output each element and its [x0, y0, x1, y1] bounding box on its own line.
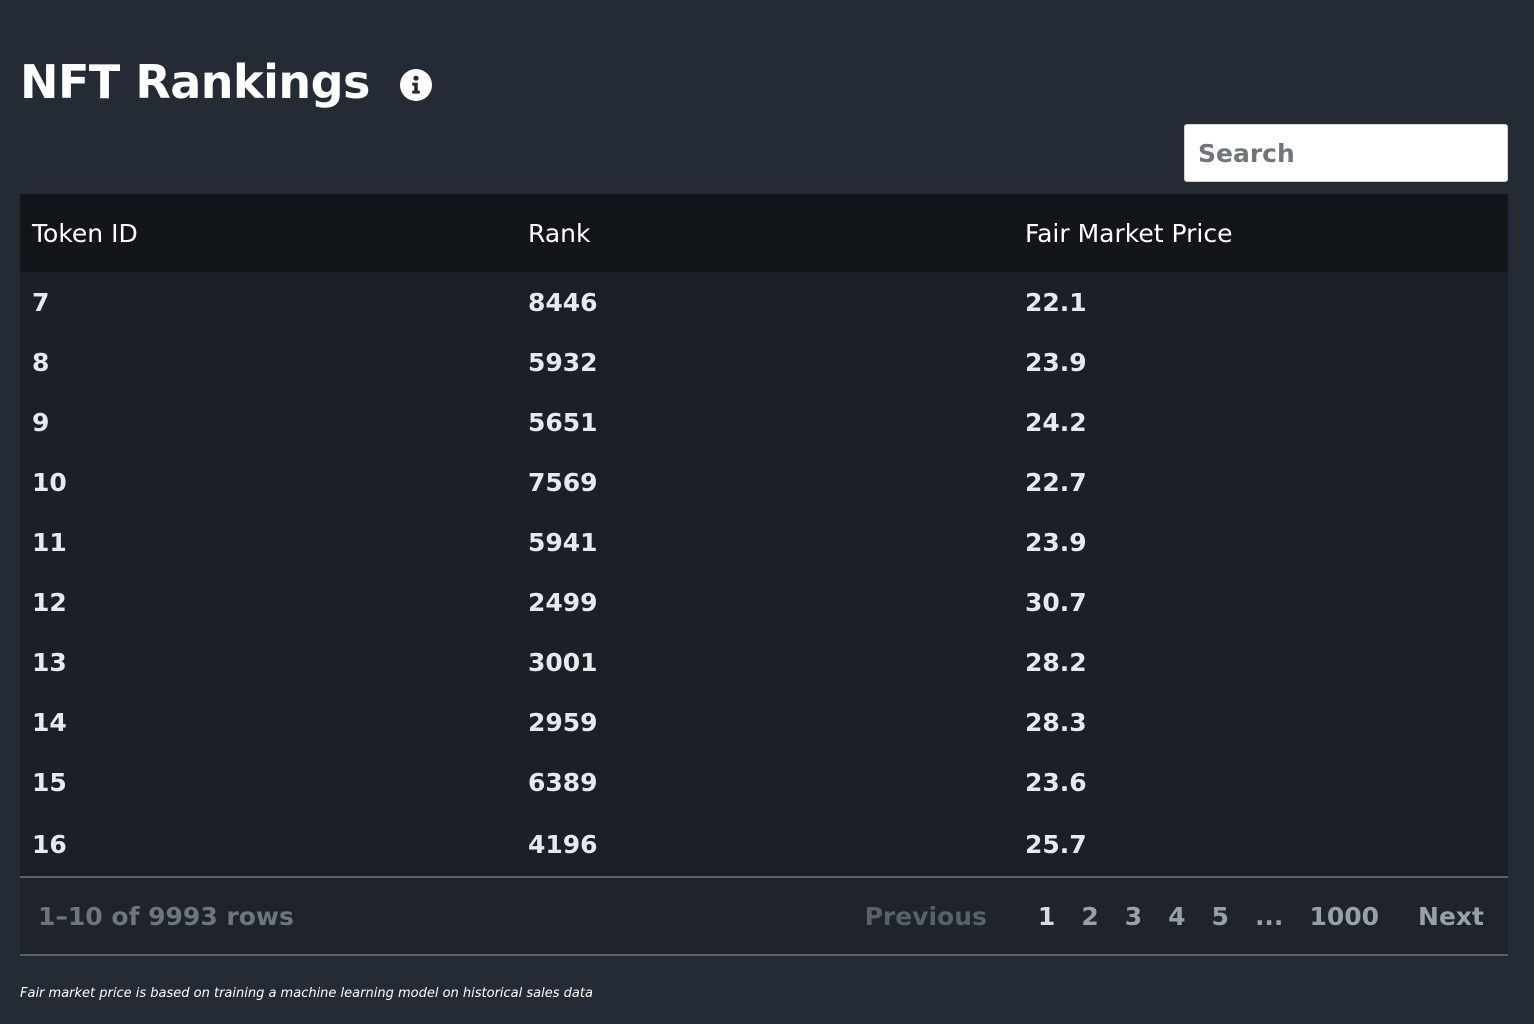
- cell-fair-market-price: 28.3: [1025, 707, 1087, 737]
- info-icon-glyph: [412, 75, 420, 94]
- table-row: 11 5941 23.9: [20, 512, 1508, 572]
- table-row: 9 5651 24.2: [20, 392, 1508, 452]
- cell-fair-market-price: 24.2: [1025, 407, 1087, 437]
- cell-rank: 2959: [528, 707, 598, 737]
- cell-rank: 6389: [528, 767, 598, 797]
- rankings-table: Token ID Rank Fair Market Price 7 8446 2…: [20, 194, 1508, 876]
- table-row: 7 8446 22.1: [20, 272, 1508, 332]
- cell-token-id: 9: [32, 407, 50, 437]
- cell-fair-market-price: 23.9: [1025, 527, 1087, 557]
- pagination-ellipsis: ...: [1254, 901, 1284, 931]
- next-page-button[interactable]: Next: [1418, 902, 1484, 931]
- cell-token-id: 14: [32, 707, 67, 737]
- cell-token-id: 16: [32, 829, 67, 859]
- cell-token-id: 10: [32, 467, 67, 497]
- cell-rank: 7569: [528, 467, 598, 497]
- cell-fair-market-price: 30.7: [1025, 587, 1087, 617]
- search-input[interactable]: [1184, 124, 1508, 182]
- table-row: 15 6389 23.6: [20, 752, 1508, 812]
- title-row: NFT Rankings: [20, 52, 432, 112]
- cell-rank: 4196: [528, 829, 598, 859]
- cell-rank: 8446: [528, 287, 598, 317]
- table-row: 10 7569 22.7: [20, 452, 1508, 512]
- table-row: 8 5932 23.9: [20, 332, 1508, 392]
- cell-token-id: 12: [32, 587, 67, 617]
- cell-rank: 5941: [528, 527, 598, 557]
- cell-fair-market-price: 22.1: [1025, 287, 1087, 317]
- table-header-row: Token ID Rank Fair Market Price: [20, 194, 1508, 272]
- cell-token-id: 13: [32, 647, 67, 677]
- cell-rank: 2499: [528, 587, 598, 617]
- info-icon[interactable]: [399, 69, 432, 101]
- table-row: 14 2959 28.3: [20, 692, 1508, 752]
- page-5-button[interactable]: 5: [1212, 902, 1229, 931]
- last-page-button[interactable]: 1000: [1309, 902, 1379, 931]
- cell-fair-market-price: 25.7: [1025, 829, 1087, 859]
- cell-rank: 5651: [528, 407, 598, 437]
- page-1-button[interactable]: 1: [1038, 902, 1055, 931]
- row-count-summary: 1–10 of 9993 rows: [38, 901, 294, 931]
- cell-fair-market-price: 23.9: [1025, 347, 1087, 377]
- page-4-button[interactable]: 4: [1168, 902, 1185, 931]
- table-row: 12 2499 30.7: [20, 572, 1508, 632]
- table-row: 16 4196 25.7: [20, 812, 1508, 876]
- pagination-controls: Previous 1 2 3 4 5 ... 1000 Next: [865, 902, 1484, 931]
- column-header-fair-market-price[interactable]: Fair Market Price: [1013, 194, 1508, 272]
- page-3-button[interactable]: 3: [1125, 902, 1142, 931]
- cell-token-id: 8: [32, 347, 50, 377]
- footnote: Fair market price is based on training a…: [20, 986, 593, 1001]
- pagination-bar: 1–10 of 9993 rows Previous 1 2 3 4 5 ...…: [20, 876, 1508, 956]
- previous-page-button[interactable]: Previous: [865, 902, 987, 931]
- cell-token-id: 15: [32, 767, 67, 797]
- cell-fair-market-price: 22.7: [1025, 467, 1087, 497]
- column-header-token-id[interactable]: Token ID: [20, 194, 516, 272]
- cell-token-id: 7: [32, 287, 50, 317]
- cell-rank: 5932: [528, 347, 598, 377]
- page-title: NFT Rankings: [20, 55, 370, 109]
- column-header-rank[interactable]: Rank: [516, 194, 1013, 272]
- page-2-button[interactable]: 2: [1081, 902, 1098, 931]
- cell-rank: 3001: [528, 647, 598, 677]
- table-row: 13 3001 28.2: [20, 632, 1508, 692]
- cell-fair-market-price: 28.2: [1025, 647, 1087, 677]
- cell-fair-market-price: 23.6: [1025, 767, 1087, 797]
- cell-token-id: 11: [32, 527, 67, 557]
